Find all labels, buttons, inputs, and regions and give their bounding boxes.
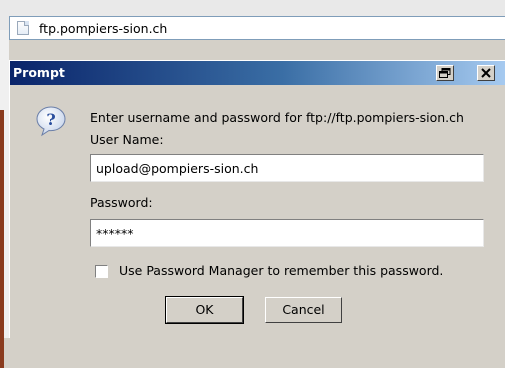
address-text: ftp.pompiers-sion.ch [39,21,168,36]
page-icon [17,21,29,35]
address-bar[interactable]: ftp.pompiers-sion.ch [9,16,505,40]
svg-text:?: ? [46,110,55,129]
remember-password-label[interactable]: Use Password Manager to remember this pa… [119,263,443,278]
dialog-title: Prompt [13,65,65,80]
question-icon: ? [36,106,66,137]
restore-button[interactable] [436,65,454,81]
ok-button[interactable]: OK [165,296,244,324]
page-left-edge-accent [0,110,4,368]
prompt-dialog: Prompt ? Enter username and password for… [9,60,505,338]
remember-password-checkbox[interactable] [95,265,108,278]
cancel-button[interactable]: Cancel [265,297,342,323]
username-label: User Name: [90,132,164,147]
prompt-message: Enter username and password for ftp://ft… [90,110,464,125]
close-icon [481,68,491,78]
username-input[interactable] [90,154,484,182]
dialog-titlebar[interactable]: Prompt [10,61,505,85]
password-label: Password: [90,195,153,210]
password-input[interactable] [90,219,484,247]
restore-icon [439,68,451,78]
close-button[interactable] [477,65,495,81]
page-left-edge [0,30,9,368]
